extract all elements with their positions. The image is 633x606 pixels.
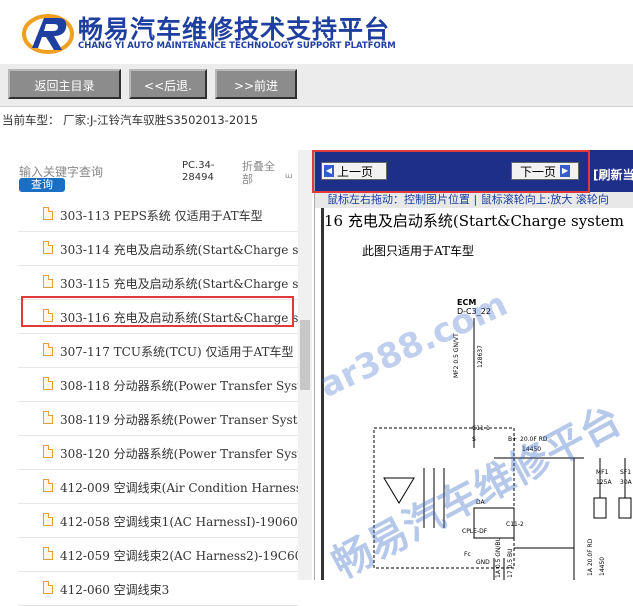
wire-label: C11-2 xyxy=(506,521,524,528)
extra-label: ꭐ xyxy=(285,171,293,180)
app-subtitle: CHANG YI AUTO MAINTENANCE TECHNOLOGY SUP… xyxy=(78,41,396,51)
wire-label: 17 0.5 BU xyxy=(507,549,514,579)
wire-label: CPLE-DF xyxy=(462,528,488,535)
wire-label: Fc xyxy=(464,551,471,558)
list-item[interactable]: 412-009 空调线束(Air Condition Harness)- xyxy=(18,470,298,504)
wire-label: 30A xyxy=(620,479,633,486)
list-item-label: 308-120 分动器系统(Power Transfer Syste) xyxy=(60,447,298,461)
wire-label: 1A 0.5 GN/BU xyxy=(495,537,502,578)
header: 畅易汽车维修技术支持平台 CHANG YI AUTO MAINTENANCE T… xyxy=(0,0,633,64)
document-icon xyxy=(43,275,53,288)
selected-item-highlight xyxy=(21,296,294,327)
wire-label: GND xyxy=(476,559,490,566)
wiring-diagram[interactable]: 16 充电及启动系统(Start&Charge system 此图只适用于AT车… xyxy=(321,208,633,580)
list-item[interactable]: 307-117 TCU系统(TCU) 仅适用于AT车型 xyxy=(18,334,298,368)
document-icon xyxy=(43,377,53,390)
list-item[interactable]: 308-119 分动器系统(Power Transer System xyxy=(18,402,298,436)
document-icon xyxy=(43,207,53,220)
pc-label: PC.34-28494 xyxy=(182,160,215,183)
back-button[interactable]: <<后退. xyxy=(129,69,207,99)
wire-label: 20.0F RD xyxy=(520,436,548,443)
list-item-label: 308-119 分动器系统(Power Transer System xyxy=(60,413,298,427)
list-item[interactable]: 303-114 充电及启动系统(Start&Charge system xyxy=(18,232,298,266)
main-menu-button[interactable]: 返回主目录 xyxy=(8,69,121,99)
document-icon xyxy=(43,241,53,254)
current-car-model: 当前车型： 厂家:J-江铃汽车驭胜S3502013-2015 xyxy=(2,113,259,127)
list-item-label: 307-117 TCU系统(TCU) 仅适用于AT车型 xyxy=(60,345,294,359)
list-item[interactable]: 412-060 空调线束3 xyxy=(18,572,298,606)
diagram-viewer: ◀ 上一页 下一页 ▶ [刷新当 鼠标左右拖动：控制图片位置 | 鼠标滚轮向上:放大… xyxy=(314,150,633,580)
circuit-drawing: MF2 0.5 GN/VT 128637 C11-1 S B+ 20.0F RD… xyxy=(373,318,633,580)
wire-label: 1A 20.0F RD xyxy=(587,538,594,576)
list-item-label: 303-114 充电及启动系统(Start&Charge system xyxy=(60,243,298,257)
wire-label: B+ xyxy=(508,436,517,443)
catalog-panel: 输入关键字查询 查询 PC.34-28494 折叠全部 ꭐ 303-113 PE… xyxy=(0,150,314,606)
page-nav-highlight xyxy=(312,150,590,193)
list-item-label: 308-118 分动器系统(Power Transfer System xyxy=(60,379,298,393)
scrollbar-thumb[interactable] xyxy=(300,320,310,390)
refresh-link[interactable]: [刷新当 xyxy=(593,166,633,183)
document-icon xyxy=(43,343,53,356)
diagram-note: 此图只适用于AT车型 xyxy=(362,244,475,258)
document-icon xyxy=(43,411,53,424)
list-item-label: 412-059 空调线束2(AC Harness2)-19C603 xyxy=(60,549,298,563)
list-item[interactable]: 308-120 分动器系统(Power Transfer Syste) xyxy=(18,436,298,470)
diagram-title: 16 充电及启动系统(Start&Charge system xyxy=(324,212,625,230)
wire-label: 125A xyxy=(596,479,612,486)
list-item[interactable]: 303-115 充电及启动系统(Start&Charge system xyxy=(18,266,298,300)
list-item[interactable]: 303-113 PEPS系统 仅适用于AT车型 xyxy=(18,198,298,232)
collapse-all-button[interactable]: 折叠全部 xyxy=(242,160,282,186)
list-item-label: 412-058 空调线束1(AC HarnessI)-190603 xyxy=(60,515,298,529)
toolbar: 返回主目录 <<后退. >>前进 xyxy=(0,64,633,107)
wire-label: MF1 xyxy=(596,469,609,476)
list-item[interactable]: 412-058 空调线束1(AC HarnessI)-190603 xyxy=(18,504,298,538)
document-icon xyxy=(43,479,53,492)
wire-label: DA xyxy=(476,499,486,506)
document-icon xyxy=(43,445,53,458)
list-scrollbar[interactable] xyxy=(298,150,312,580)
document-list: 303-113 PEPS系统 仅适用于AT车型 303-114 充电及启动系统(… xyxy=(18,198,298,606)
wire-label: SF1 xyxy=(620,469,631,476)
list-item-label: 412-060 空调线束3 xyxy=(60,583,170,597)
list-item[interactable]: 412-059 空调线束2(AC Harness2)-19C603 xyxy=(18,538,298,572)
wire-label: MF2 0.5 GN/VT xyxy=(453,333,460,378)
usage-hint: 鼠标左右拖动：控制图片位置 | 鼠标滚轮向上:放大 滚轮向 xyxy=(315,192,633,208)
forward-button[interactable]: >>前进 xyxy=(215,69,297,99)
document-icon xyxy=(43,581,53,594)
list-item-label: 303-113 PEPS系统 仅适用于AT车型 xyxy=(60,209,263,223)
wire-label: C11-1 xyxy=(472,425,490,432)
wire-label: S xyxy=(472,436,476,443)
document-icon xyxy=(43,547,53,560)
list-item-label: 303-115 充电及启动系统(Start&Charge system xyxy=(60,277,298,291)
list-item[interactable]: 308-118 分动器系统(Power Transfer System xyxy=(18,368,298,402)
logo-icon xyxy=(22,14,74,54)
search-button[interactable]: 查询 xyxy=(19,178,65,192)
wire-label: 128637 xyxy=(477,345,484,368)
document-icon xyxy=(43,513,53,526)
wire-label: 14450 xyxy=(522,446,541,453)
wire-label: 14450 xyxy=(599,557,606,576)
list-item-label: 412-009 空调线束(Air Condition Harness)- xyxy=(60,481,298,495)
